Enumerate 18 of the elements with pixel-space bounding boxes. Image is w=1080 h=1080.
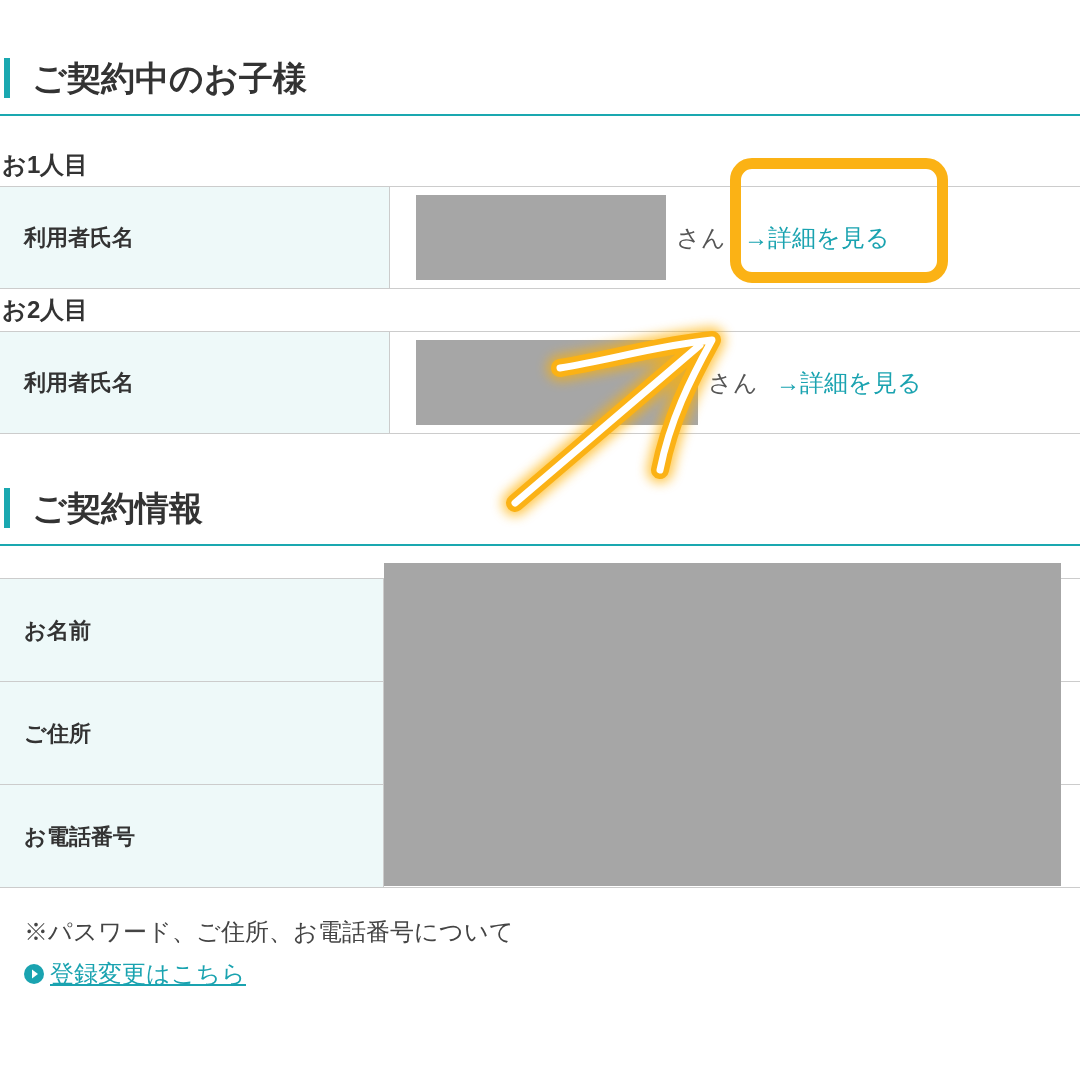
- child-label: お2人目: [1, 295, 90, 325]
- name-suffix: さん: [676, 222, 726, 253]
- field-label: お名前: [0, 579, 384, 681]
- heading-accent-bar: [4, 58, 10, 98]
- child-label: お1人目: [1, 150, 90, 180]
- field-label: お電話番号: [0, 785, 384, 887]
- detail-link[interactable]: →詳細を見る: [776, 368, 922, 396]
- section-heading: ご契約情報: [32, 487, 203, 529]
- detail-link[interactable]: →詳細を見る: [744, 223, 890, 251]
- name-suffix: さん: [708, 367, 758, 398]
- section-heading: ご契約中のお子様: [32, 57, 307, 99]
- heading-accent-bar: [4, 488, 10, 528]
- field-label: 利用者氏名: [0, 332, 390, 433]
- note-text: ※パスワード、ご住所、お電話番号について: [23, 917, 515, 947]
- play-circle-icon: [24, 964, 44, 984]
- change-registration-link[interactable]: 登録変更はこちら: [50, 956, 246, 992]
- field-label: 利用者氏名: [0, 187, 390, 288]
- field-label: ご住所: [0, 682, 384, 784]
